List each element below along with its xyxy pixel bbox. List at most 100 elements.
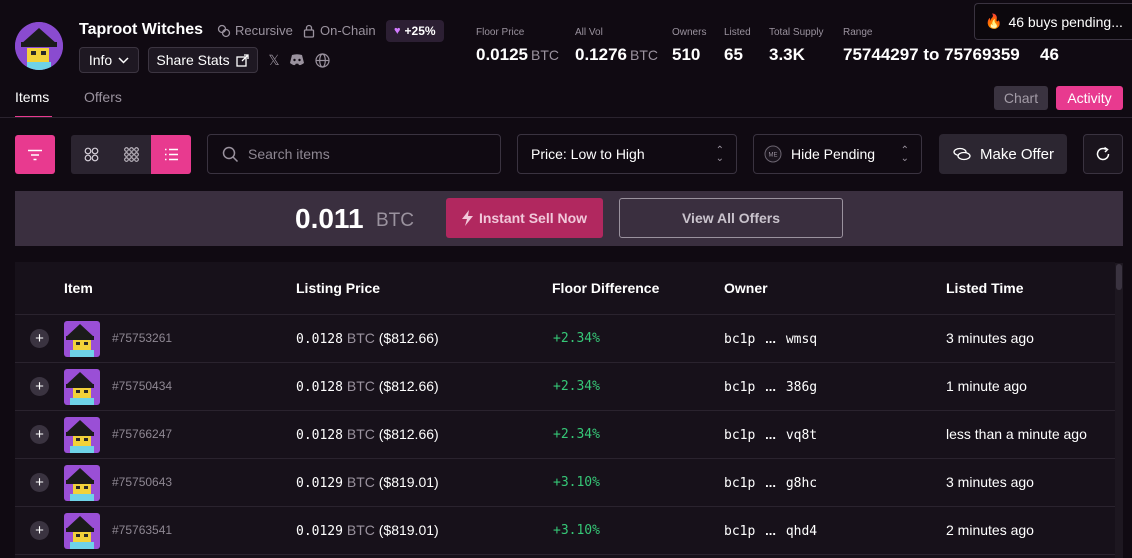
owner-address[interactable]: bc1p ... wmsq bbox=[724, 331, 817, 347]
owner-ellipsis: ... bbox=[765, 379, 776, 394]
price-usd: ($819.01) bbox=[378, 474, 439, 490]
price-btc: 0.0128 bbox=[296, 428, 343, 443]
owners-label: Owners bbox=[672, 27, 707, 38]
owner-suffix: vq8t bbox=[785, 428, 818, 443]
instant-sell-button[interactable]: Instant Sell Now bbox=[446, 198, 603, 238]
floor-price-stat: Floor Price 0.0125 BTC bbox=[476, 27, 559, 65]
owner-suffix: g8hc bbox=[785, 476, 818, 491]
tab-offers[interactable]: Offers bbox=[84, 89, 122, 105]
owner-address[interactable]: bc1p ... 386g bbox=[724, 379, 817, 395]
header-listed-time[interactable]: Listed Time bbox=[946, 280, 1024, 296]
grid-2x2-icon bbox=[84, 147, 98, 162]
pending-buys-banner[interactable]: 🔥 46 buys pending... bbox=[974, 3, 1132, 40]
pending-buys-text: 46 buys pending... bbox=[1008, 13, 1123, 30]
table-row[interactable]: + #75750434 0.0128 BTC ($812.66) +2.34% bc1p… bbox=[15, 363, 1115, 411]
floor-price-unit: BTC bbox=[531, 47, 559, 63]
listing-price: 0.0129 BTC ($819.01) bbox=[296, 474, 439, 491]
table-row[interactable]: + #75766247 0.0128 BTC ($812.66) +2.34% bc1p… bbox=[15, 411, 1115, 459]
expand-row-button[interactable]: + bbox=[30, 521, 49, 540]
sort-chevron-icon: ⌃ ⌄ bbox=[715, 145, 724, 164]
listed-label: Listed bbox=[724, 27, 751, 38]
floor-difference: +3.10% bbox=[553, 475, 600, 490]
listings-table: Item Listing Price Floor Difference Owne… bbox=[15, 262, 1115, 558]
info-dropdown[interactable]: Info bbox=[79, 47, 139, 73]
header-listing-price[interactable]: Listing Price bbox=[296, 280, 380, 296]
listed-time: 3 minutes ago bbox=[946, 474, 1034, 490]
item-thumbnail[interactable] bbox=[64, 417, 100, 453]
small-grid-view-button[interactable] bbox=[111, 135, 151, 174]
expand-row-button[interactable]: + bbox=[30, 329, 49, 348]
chart-view-button[interactable]: Chart bbox=[994, 86, 1048, 110]
search-box bbox=[207, 134, 501, 174]
lightning-icon bbox=[461, 210, 473, 226]
listing-price: 0.0128 BTC ($812.66) bbox=[296, 330, 439, 347]
activity-view-button[interactable]: Activity bbox=[1056, 86, 1123, 110]
fire-icon: 🔥 bbox=[985, 13, 1003, 29]
price-usd: ($812.66) bbox=[378, 426, 439, 442]
view-mode-group bbox=[71, 135, 191, 174]
tab-items[interactable]: Items bbox=[15, 89, 49, 105]
expand-row-button[interactable]: + bbox=[30, 377, 49, 396]
inscription-number[interactable]: #75750643 bbox=[112, 475, 172, 489]
list-view-button[interactable] bbox=[151, 135, 191, 174]
inscription-number[interactable]: #75763541 bbox=[112, 523, 172, 537]
table-row[interactable]: + #75753261 0.0128 BTC ($812.66) +2.34% bc1p… bbox=[15, 315, 1115, 363]
lock-icon bbox=[303, 24, 315, 38]
filter-toggle-button[interactable] bbox=[15, 135, 55, 174]
instant-sell-bar: 0.011 BTC Instant Sell Now View All Offe… bbox=[15, 191, 1123, 246]
table-row[interactable]: + #75750643 0.0129 BTC ($819.01) +3.10% bc1p… bbox=[15, 459, 1115, 507]
owner-suffix: 386g bbox=[785, 380, 818, 395]
owner-address[interactable]: bc1p ... qhd4 bbox=[724, 523, 817, 539]
sort-select[interactable]: Price: Low to High ⌃ ⌄ bbox=[517, 134, 737, 174]
item-thumbnail[interactable] bbox=[64, 369, 100, 405]
price-usd: ($812.66) bbox=[378, 378, 439, 394]
search-input[interactable] bbox=[248, 146, 488, 162]
inscription-number[interactable]: #75766247 bbox=[112, 427, 172, 441]
collection-title: Taproot Witches bbox=[79, 21, 204, 38]
inscription-number[interactable]: #75753261 bbox=[112, 331, 172, 345]
price-usd: ($819.01) bbox=[378, 522, 439, 538]
floor-difference: +3.10% bbox=[553, 523, 600, 538]
tabs-divider bbox=[0, 117, 1132, 118]
owners-value: 510 bbox=[672, 45, 701, 64]
view-all-offers-button[interactable]: View All Offers bbox=[619, 198, 843, 238]
header-owner[interactable]: Owner bbox=[724, 280, 768, 296]
range-value: 75744297 to 75769359 bbox=[843, 45, 1020, 64]
item-thumbnail[interactable] bbox=[64, 321, 100, 357]
share-icon bbox=[235, 53, 249, 67]
large-grid-view-button[interactable] bbox=[71, 135, 111, 174]
item-thumbnail[interactable] bbox=[64, 465, 100, 501]
extra-stat-value: 46 bbox=[1040, 45, 1059, 64]
onchain-tag: On-Chain bbox=[302, 23, 376, 38]
table-scrollbar[interactable] bbox=[1115, 263, 1123, 558]
all-vol-stat: All Vol 0.1276 BTC bbox=[575, 27, 658, 65]
owner-suffix: qhd4 bbox=[785, 524, 818, 539]
header-item[interactable]: Item bbox=[64, 280, 93, 296]
owner-address[interactable]: bc1p ... g8hc bbox=[724, 475, 817, 491]
pending-toggle-icon: ME bbox=[764, 145, 782, 163]
expand-row-button[interactable]: + bbox=[30, 473, 49, 492]
price-unit: BTC bbox=[346, 330, 375, 346]
recursive-label: Recursive bbox=[235, 23, 293, 38]
table-header: Item Listing Price Floor Difference Owne… bbox=[15, 262, 1115, 315]
discord-icon[interactable] bbox=[288, 51, 306, 69]
expand-row-button[interactable]: + bbox=[30, 425, 49, 444]
globe-icon[interactable] bbox=[313, 51, 331, 69]
price-unit: BTC bbox=[346, 426, 375, 442]
refresh-icon bbox=[1096, 146, 1110, 161]
refresh-button[interactable] bbox=[1083, 134, 1123, 174]
inscription-number[interactable]: #75750434 bbox=[112, 379, 172, 393]
all-vol-value: 0.1276 bbox=[575, 45, 627, 64]
floor-difference: +2.34% bbox=[553, 427, 600, 442]
table-row[interactable]: + #75763541 0.0129 BTC ($819.01) +3.10% bc1p… bbox=[15, 507, 1115, 555]
make-offer-button[interactable]: Make Offer bbox=[939, 134, 1067, 174]
scrollbar-thumb[interactable] bbox=[1116, 264, 1122, 290]
item-thumbnail[interactable] bbox=[64, 513, 100, 549]
pending-filter-select[interactable]: ME Hide Pending ⌃ ⌄ bbox=[753, 134, 922, 174]
header-floor-difference[interactable]: Floor Difference bbox=[552, 280, 659, 296]
best-offer-price: 0.011 bbox=[295, 203, 364, 234]
owner-address[interactable]: bc1p ... vq8t bbox=[724, 427, 817, 443]
share-stats-button[interactable]: Share Stats bbox=[148, 47, 258, 73]
x-twitter-icon[interactable]: 𝕏 bbox=[265, 51, 283, 69]
pending-chevron-icon: ⌃ ⌄ bbox=[900, 145, 909, 164]
